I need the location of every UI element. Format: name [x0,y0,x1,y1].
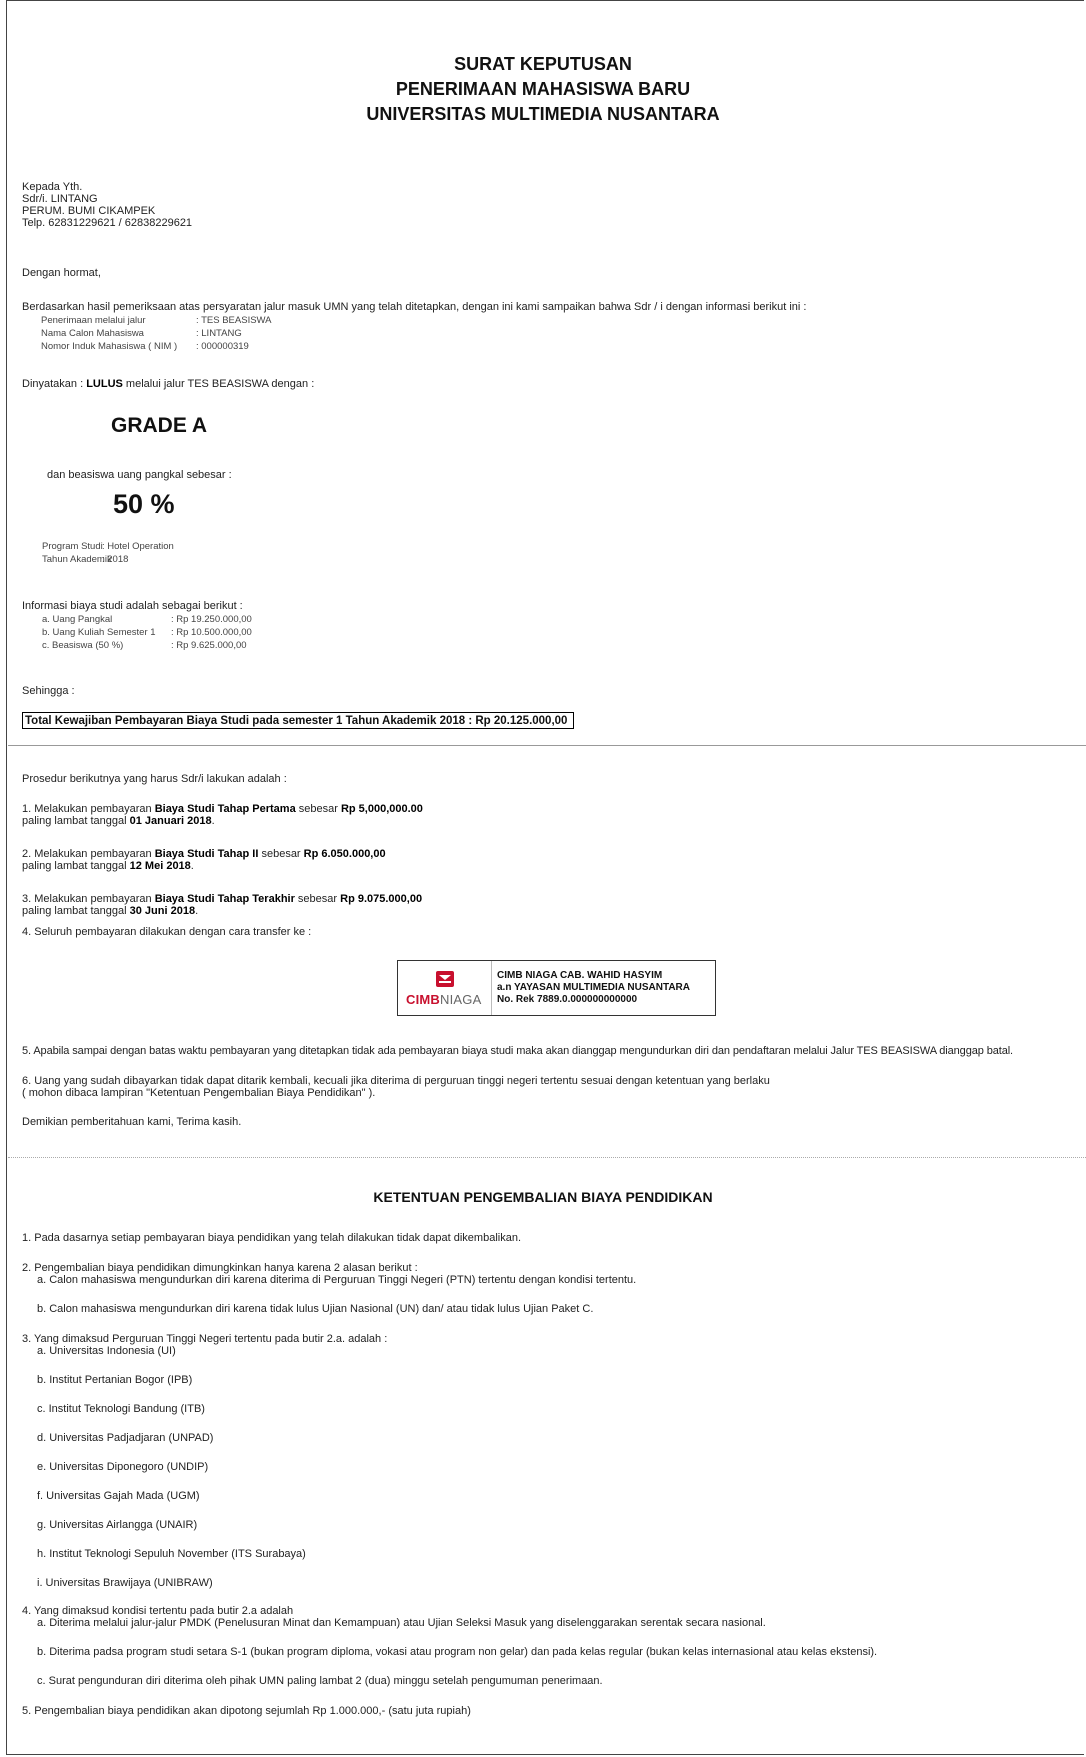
fee-label: b. Uang Kuliah Semester 1 [42,627,156,638]
step-text: . [195,905,199,917]
university-item: g. Universitas Airlangga (UNAIR) [37,1519,198,1531]
fee-label: a. Uang Pangkal [42,614,113,625]
procedure-step-2-deadline: paling lambat tanggal 12 Mei 2018. [22,860,194,873]
scholarship-label: dan beasiswa uang pangkal sebesar : [47,469,232,481]
grade: GRADE A [111,414,208,437]
procedure-heading: Prosedur berikutnya yang harus Sdr/i lak… [22,773,287,785]
applicant-label: Nomor Induk Mahasiswa ( NIM ) [41,341,178,352]
step-amount: Rp 6.050.000,00 [303,848,386,860]
step-text: paling lambat tanggal [22,815,130,827]
step-text: 3. Melakukan pembayaran [22,893,155,905]
therefore-label: Sehingga : [22,685,75,697]
applicant-value: : 000000319 [196,341,249,352]
bank-account-holder: a.n YAYASAN MULTIMEDIA NUSANTARA [497,982,690,993]
cimb-logo-icon [436,971,454,987]
total-payment: Total Kewajiban Pembayaran Biaya Studi p… [22,712,574,729]
refund-title: KETENTUAN PENGEMBALIAN BIAYA PENDIDIKAN [373,1189,713,1205]
applicant-row: Penerimaan melalui jalur : TES BEASISWA [41,315,272,327]
step-date: 30 Juni 2018 [129,905,196,917]
step-text: sebesar [295,803,341,815]
fee-row: a. Uang Pangkal : Rp 19.250.000,00 [42,614,252,626]
program-row: Program Studi: Hotel Operation [42,541,174,553]
step-phase: Biaya Studi Tahap Pertama [154,803,296,815]
applicant-value: : LINTANG [196,328,242,339]
applicant-label: Penerimaan melalui jalur [41,315,146,326]
program-label: Program Studi [42,541,103,552]
letter-subtitle: PENERIMAAN MAHASISWA BARU [395,79,691,99]
program-value: : 2018 [102,554,129,565]
step-date: 12 Mei 2018 [129,860,191,872]
intro-paragraph: Berdasarkan hasil pemeriksaan atas persy… [22,301,807,313]
procedure-step-4: 4. Seluruh pembayaran dilakukan dengan c… [22,926,312,938]
step-text: . [190,860,194,872]
result-suffix: melalui jalur TES BEASISWA dengan : [122,378,315,390]
applicant-value: : TES BEASISWA [196,315,272,326]
refund-point-2b: b. Calon mahasiswa mengundurkan diri kar… [37,1303,594,1315]
cimb-logo-text: CIMBNIAGA [406,992,482,1007]
refund-point-5: 5. Pengembalian biaya pendidikan akan di… [22,1705,471,1717]
program-label: Tahun Akademik [42,554,112,565]
bank-branch: CIMB NIAGA CAB. WAHID HASYIM [497,970,663,981]
step-phase: Biaya Studi Tahap II [154,848,259,860]
university-item: f. Universitas Gajah Mada (UGM) [37,1490,200,1502]
step-text: 2. Melakukan pembayaran [22,848,155,860]
bank-details: CIMB NIAGA CAB. WAHID HASYIM a.n YAYASAN… [497,970,690,1006]
fee-value: : Rp 9.625.000,00 [171,640,247,651]
applicant-row: Nomor Induk Mahasiswa ( NIM ) : 000000319 [41,341,249,353]
refund-point-4a: a. Diterima melalui jalur-jalur PMDK (Pe… [37,1617,766,1629]
step-text: sebesar [258,848,304,860]
university-item: i. Universitas Brawijaya (UNIBRAW) [37,1577,213,1589]
bank-transfer-box: CIMBNIAGA CIMB NIAGA CAB. WAHID HASYIM a… [397,960,716,1016]
closing: Demikian pemberitahuan kami, Terima kasi… [22,1116,242,1128]
scholarship-percentage: 50 % [113,489,175,519]
step-text: . [211,815,215,827]
university-item: a. Universitas Indonesia (UI) [37,1345,176,1357]
university-item: b. Institut Pertanian Bogor (IPB) [37,1374,193,1386]
refund-point-1: 1. Pada dasarnya setiap pembayaran biaya… [22,1232,522,1244]
greeting: Dengan hormat, [22,267,101,279]
university-item: c. Institut Teknologi Bandung (ITB) [37,1403,205,1415]
step-phase: Biaya Studi Tahap Terakhir [154,893,295,905]
step-text: paling lambat tanggal [22,860,130,872]
step-text: 1. Melakukan pembayaran [22,803,155,815]
result-prefix: Dinyatakan : [22,378,87,390]
bank-account-number: No. Rek 7889.0.000000000000 [497,994,638,1005]
section-divider [8,745,1086,746]
procedure-step-1-deadline: paling lambat tanggal 01 Januari 2018. [22,815,215,828]
step-text: paling lambat tanggal [22,905,130,917]
applicant-label: Nama Calon Mahasiswa [41,328,144,339]
step-text: sebesar [294,893,341,905]
section-divider [8,1157,1086,1158]
result-status: LULUS [86,378,123,390]
result-statement: Dinyatakan : LULUS melalui jalur TES BEA… [22,378,314,391]
program-row: Tahun Akademik: 2018 [42,554,128,566]
university-name: UNIVERSITAS MULTIMEDIA NUSANTARA [366,104,720,124]
niaga-logo-word: NIAGA [440,992,482,1007]
applicant-row: Nama Calon Mahasiswa : LINTANG [41,328,242,340]
refund-point-4c: c. Surat pengunduran diri diterima oleh … [37,1675,603,1687]
refund-point-4b: b. Diterima padsa program studi setara S… [37,1646,878,1658]
step-amount: Rp 9.075.000,00 [340,893,423,905]
cimb-logo-word: CIMB [406,992,441,1007]
fee-value: : Rp 19.250.000,00 [171,614,252,625]
fee-label: c. Beasiswa (50 %) [42,640,124,651]
university-item: h. Institut Teknologi Sepuluh November (… [37,1548,306,1560]
cimb-niaga-logo: CIMBNIAGA [398,961,492,1015]
step-date: 01 Januari 2018 [129,815,212,827]
university-item: d. Universitas Padjadjaran (UNPAD) [37,1432,214,1444]
step-amount: Rp 5,000,000.00 [340,803,423,815]
program-value: : Hotel Operation [102,541,174,552]
procedure-step-6-note: ( mohon dibaca lampiran "Ketentuan Penge… [22,1087,376,1099]
fees-heading: Informasi biaya studi adalah sebagai ber… [22,600,243,612]
recipient-phone: Telp. 62831229621 / 62838229621 [22,217,193,229]
procedure-step-3-deadline: paling lambat tanggal 30 Juni 2018. [22,905,198,918]
fee-value: : Rp 10.500.000,00 [171,627,252,638]
refund-point-2a: a. Calon mahasiswa mengundurkan diri kar… [37,1274,637,1286]
procedure-step-5: 5. Apabila sampai dengan batas waktu pem… [22,1045,1014,1057]
university-item: e. Universitas Diponegoro (UNDIP) [37,1461,209,1473]
letter-title: SURAT KEPUTUSAN [454,54,632,74]
fee-row: c. Beasiswa (50 %) : Rp 9.625.000,00 [42,640,247,652]
fee-row: b. Uang Kuliah Semester 1 : Rp 10.500.000… [42,627,252,639]
